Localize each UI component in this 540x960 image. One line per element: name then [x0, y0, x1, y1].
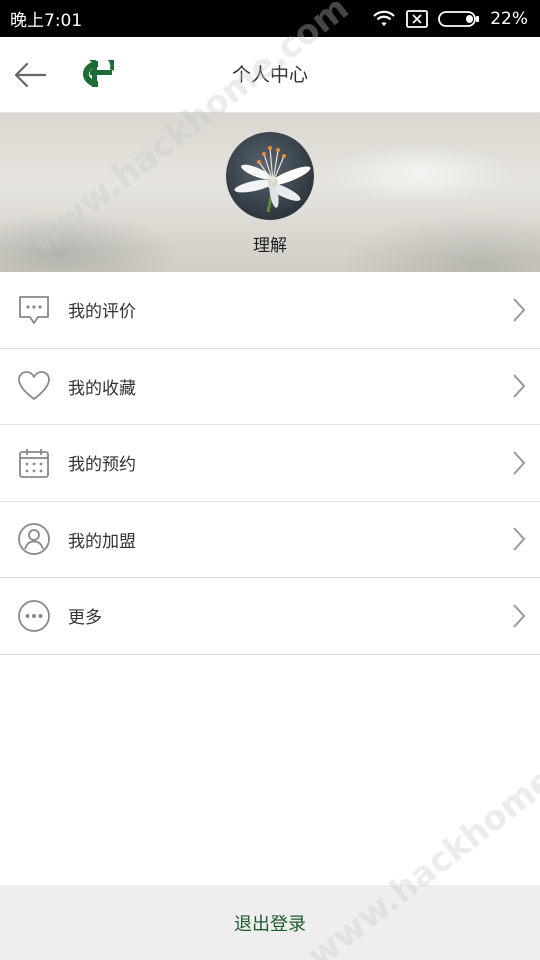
- profile-banner: 理解: [0, 113, 540, 272]
- wifi-icon: [373, 10, 395, 26]
- username: 理解: [253, 236, 287, 256]
- app-logo: [83, 60, 114, 87]
- menu-item-more[interactable]: 更多: [0, 578, 540, 655]
- chevron-right-icon: [513, 451, 526, 475]
- avatar[interactable]: [226, 132, 314, 220]
- status-bar: 晚上7:01 22%: [0, 0, 540, 37]
- status-time: 晚上7:01: [10, 11, 83, 31]
- heart-icon: [16, 368, 52, 404]
- menu-item-appointments[interactable]: 我的预约: [0, 425, 540, 502]
- flower-photo: [234, 146, 311, 213]
- back-arrow-icon: [14, 62, 47, 88]
- more-icon: [16, 598, 52, 634]
- calendar-icon: [16, 445, 52, 481]
- menu-item-franchise[interactable]: 我的加盟: [0, 501, 540, 578]
- battery-icon: [438, 10, 480, 27]
- header: 个人中心: [0, 37, 540, 113]
- chevron-right-icon: [513, 298, 526, 322]
- menu-item-label: 我的收藏: [68, 378, 136, 399]
- comment-icon: [16, 292, 52, 328]
- back-button[interactable]: [10, 55, 50, 95]
- status-icons: 22%: [372, 9, 528, 29]
- menu-item-label: 我的预约: [68, 455, 136, 476]
- logout-label: 退出登录: [234, 913, 306, 935]
- menu-item-favorites[interactable]: 我的收藏: [0, 348, 540, 425]
- chevron-right-icon: [513, 527, 526, 551]
- user-circle-icon: [16, 521, 52, 557]
- no-sim-icon: [406, 9, 429, 28]
- menu-item-label: 更多: [68, 608, 102, 629]
- menu-item-label: 我的评价: [68, 302, 136, 323]
- battery-percent: 22%: [490, 8, 528, 29]
- chevron-right-icon: [513, 604, 526, 628]
- logout-button[interactable]: 退出登录: [0, 885, 540, 960]
- chevron-right-icon: [513, 374, 526, 398]
- menu-item-label: 我的加盟: [68, 531, 136, 552]
- menu-item-reviews[interactable]: 我的评价: [0, 272, 540, 349]
- menu-list: 我的评价 我的收藏 我的预约 我的加盟 更多: [0, 272, 540, 655]
